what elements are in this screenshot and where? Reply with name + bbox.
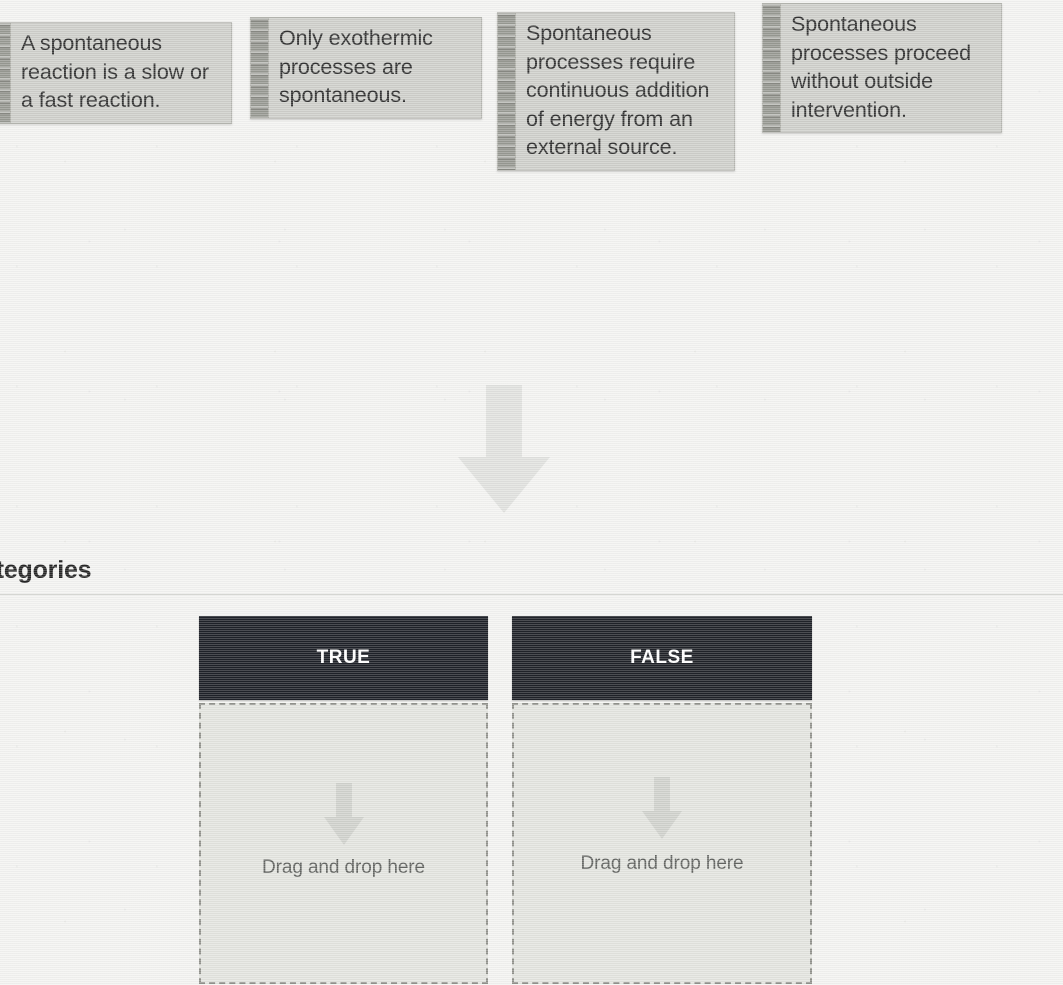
- dropzone-false[interactable]: Drag and drop here: [512, 703, 812, 984]
- drag-handle-icon[interactable]: [498, 13, 516, 170]
- category-header-false: FALSE: [512, 616, 812, 700]
- draggable-card[interactable]: Only exothermic processes are spontaneou…: [250, 17, 482, 119]
- arrow-down-icon: [458, 385, 550, 513]
- drag-handle-icon[interactable]: [0, 23, 11, 123]
- drag-handle-icon[interactable]: [251, 18, 269, 118]
- arrow-down-icon: [323, 783, 364, 845]
- dropzone-true[interactable]: Drag and drop here: [199, 703, 488, 984]
- dropzone-label-false: Drag and drop here: [580, 853, 744, 874]
- draggable-card-text: Spontaneous processes proceed without ou…: [791, 12, 971, 122]
- dropzone-label-true: Drag and drop here: [262, 857, 425, 878]
- category-header-true: TRUE: [199, 616, 488, 700]
- category-column-true: TRUE Drag and drop here: [199, 616, 488, 984]
- draggable-card[interactable]: Spontaneous processes require continuous…: [497, 12, 735, 171]
- drag-handle-icon[interactable]: [763, 4, 781, 133]
- arrow-down-icon: [642, 777, 682, 839]
- draggable-card-text: A spontaneous reaction is a slow or a fa…: [21, 31, 209, 113]
- draggable-card[interactable]: Spontaneous processes proceed without ou…: [762, 3, 1002, 134]
- page-title: ategories: [0, 556, 92, 584]
- draggable-card-text: Spontaneous processes require continuous…: [526, 21, 710, 160]
- section-divider: [0, 594, 1063, 595]
- category-column-false: FALSE Drag and drop here: [512, 616, 812, 984]
- draggable-card[interactable]: A spontaneous reaction is a slow or a fa…: [0, 22, 232, 124]
- draggable-card-text: Only exothermic processes are spontaneou…: [279, 26, 433, 108]
